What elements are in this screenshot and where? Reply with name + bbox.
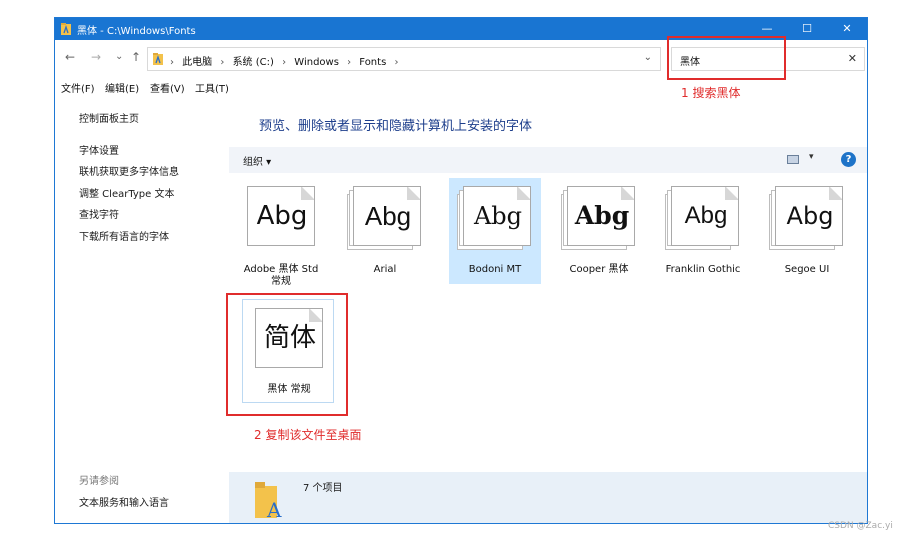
menu-tools[interactable]: 工具(T)	[195, 80, 229, 95]
font-name: Arial	[373, 264, 397, 275]
details-pane: A 7 个项目	[229, 472, 867, 523]
annotation-step2: 2 复制该文件至桌面	[254, 428, 362, 442]
help-icon[interactable]: ?	[841, 152, 856, 167]
recent-locations-button[interactable]: ⌄	[115, 51, 123, 63]
command-bar: 组织 ▾ ▾ ?	[229, 147, 867, 173]
font-sample: Abg	[684, 202, 728, 229]
menu-edit[interactable]: 编辑(E)	[105, 80, 139, 95]
forward-button[interactable]: →	[91, 51, 101, 63]
address-bar[interactable]: › 此电脑 › 系统 (C:) › Windows › Fonts › ⌄	[147, 47, 661, 71]
view-options-icon[interactable]	[787, 155, 799, 164]
explorer-window: 黑体 - C:\Windows\Fonts — ☐ ✕ ← → ⌄ ↑ › 此电…	[54, 17, 868, 524]
annotation-font-item-highlight	[226, 293, 348, 416]
breadcrumb-separator: ›	[347, 57, 352, 68]
breadcrumb-separator: ›	[170, 57, 174, 68]
font-item-franklin-gothic[interactable]: Abg Franklin Gothic	[657, 178, 749, 284]
fonts-folder-large-icon: A	[255, 482, 282, 520]
breadcrumb-separator: ›	[282, 57, 287, 68]
address-history-dropdown[interactable]: ⌄	[644, 52, 652, 63]
breadcrumb-item[interactable]: 系统 (C:)	[233, 57, 274, 68]
view-options-dropdown[interactable]: ▾	[809, 152, 814, 162]
font-family-preview-icon: Abg	[345, 186, 425, 254]
maximize-button[interactable]: ☐	[787, 18, 827, 40]
breadcrumb-item[interactable]: Fonts	[359, 57, 386, 68]
font-item-adobe-heiti[interactable]: Abg Adobe 黑体 Std 常规	[235, 178, 327, 287]
organize-button[interactable]: 组织 ▾	[243, 153, 271, 168]
up-button[interactable]: ↑	[131, 51, 141, 63]
font-name: Bodoni MT	[468, 264, 522, 275]
close-button[interactable]: ✕	[827, 18, 867, 40]
breadcrumb-separator: ›	[394, 57, 399, 68]
font-sample: Abg	[473, 202, 523, 230]
see-also-heading: 另请参阅	[79, 476, 119, 487]
font-family-preview-icon: Abg	[663, 186, 743, 254]
fonts-folder-icon	[153, 53, 163, 65]
breadcrumb-item[interactable]: Windows	[294, 57, 339, 68]
page-heading: 预览、删除或者显示和隐藏计算机上安装的字体	[259, 119, 533, 134]
sidebar-font-settings[interactable]: 字体设置	[79, 142, 119, 157]
window-title: 黑体 - C:\Windows\Fonts	[77, 26, 196, 37]
font-name: Segoe UI	[784, 264, 830, 275]
sidebar-online-fonts[interactable]: 联机获取更多字体信息	[79, 163, 179, 178]
folder-icon	[61, 23, 71, 35]
sidebar-download-fonts[interactable]: 下载所有语言的字体	[79, 228, 169, 243]
font-item-segoe-ui[interactable]: Abg Segoe UI	[761, 178, 853, 284]
font-family-preview-icon: Abg	[767, 186, 847, 254]
breadcrumb-item[interactable]: 此电脑	[182, 57, 212, 68]
menu-file[interactable]: 文件(F)	[61, 80, 95, 95]
font-preview-icon: Abg	[241, 186, 321, 254]
breadcrumb-separator: ›	[220, 57, 225, 68]
font-sample: Abg	[786, 202, 834, 230]
font-item-arial[interactable]: Abg Arial	[339, 178, 431, 284]
font-family-preview-icon: Abg	[559, 186, 639, 254]
breadcrumb: › 此电脑 › 系统 (C:) › Windows › Fonts ›	[170, 53, 403, 68]
annotation-step1: 1 搜索黑体	[681, 86, 741, 100]
svg-text:A: A	[266, 498, 282, 520]
item-count: 7 个项目	[303, 483, 343, 494]
font-sample: Abg	[256, 201, 308, 231]
back-button[interactable]: ←	[65, 51, 75, 63]
sidebar-control-panel-home[interactable]: 控制面板主页	[79, 110, 139, 125]
font-name: Cooper 黑体	[569, 264, 629, 275]
sidebar-find-character[interactable]: 查找字符	[79, 206, 119, 221]
font-name: Franklin Gothic	[665, 264, 741, 275]
sidebar-cleartype[interactable]: 调整 ClearType 文本	[79, 185, 174, 200]
font-name: Adobe 黑体 Std 常规	[243, 264, 319, 287]
watermark: CSDN @Zac.yi	[828, 521, 893, 531]
annotation-search-box-highlight	[667, 36, 786, 80]
font-item-bodoni-mt[interactable]: Abg Bodoni MT	[449, 178, 541, 284]
sidebar-text-services[interactable]: 文本服务和输入语言	[79, 494, 169, 509]
menu-view[interactable]: 查看(V)	[150, 80, 185, 95]
font-sample: Abg	[364, 201, 412, 231]
clear-search-icon[interactable]: ✕	[848, 52, 857, 65]
font-family-preview-icon: Abg	[455, 186, 535, 254]
font-item-cooper-heiti[interactable]: Abg Cooper 黑体	[553, 178, 645, 284]
font-sample: Abg	[574, 201, 630, 230]
